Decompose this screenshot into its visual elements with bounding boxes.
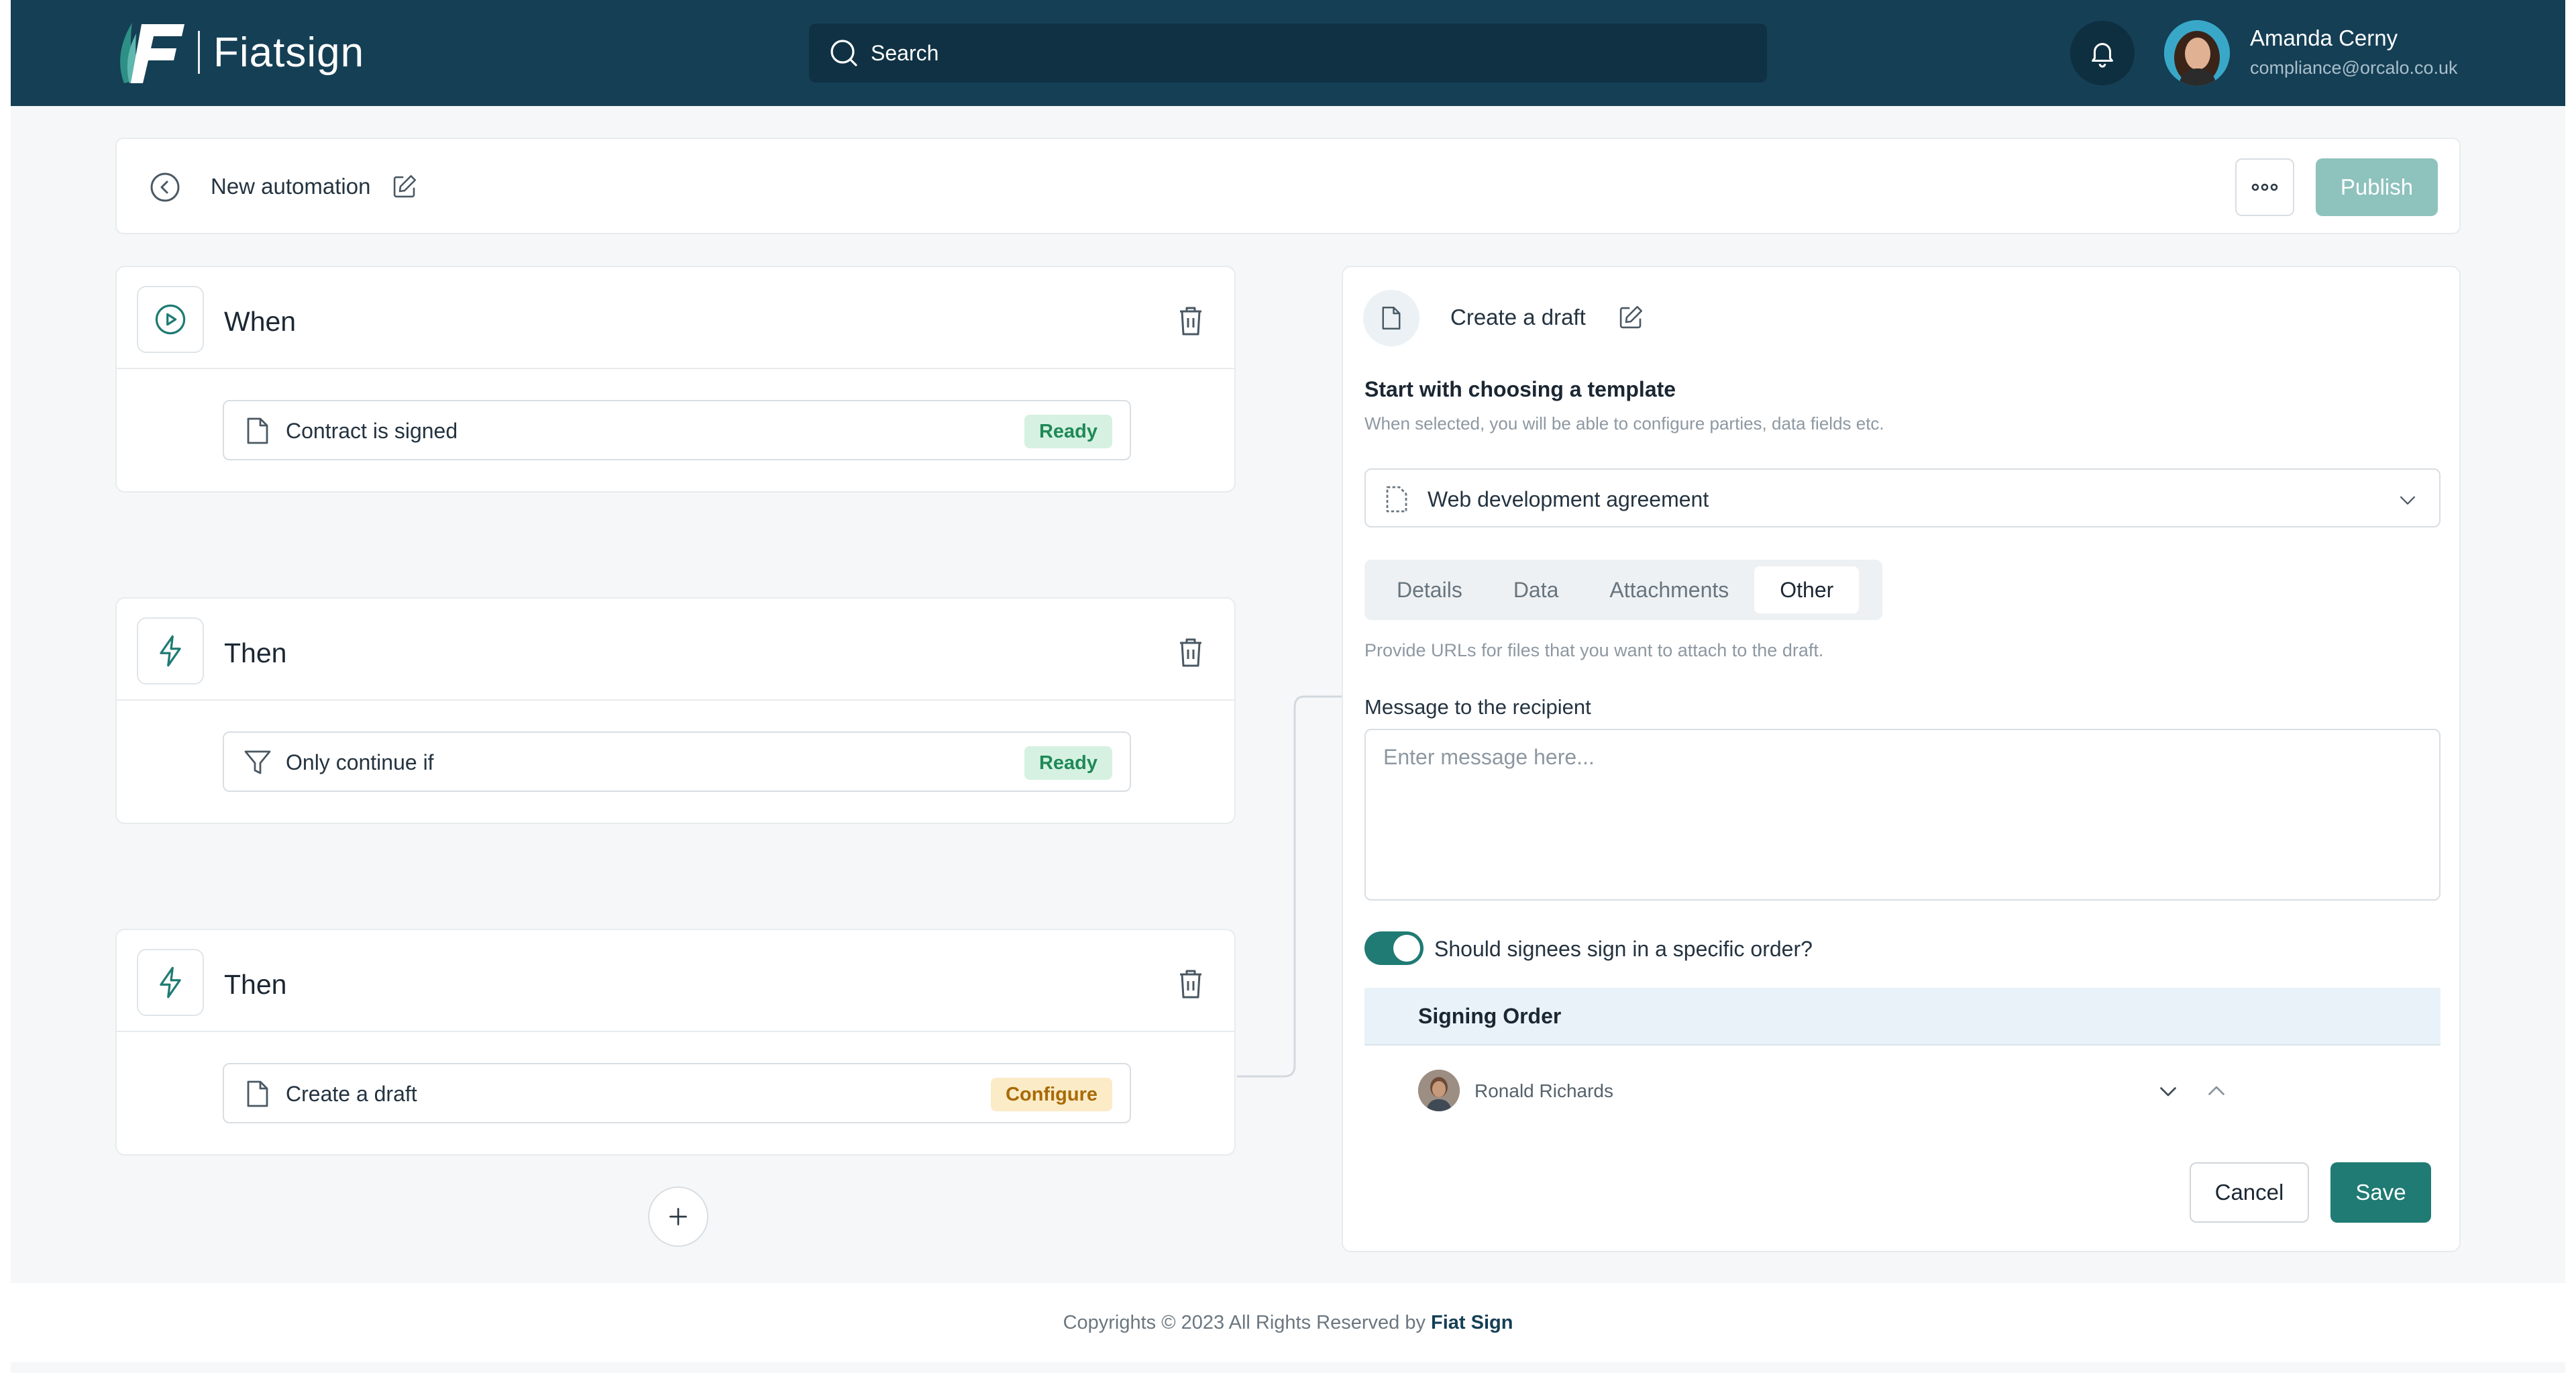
step-label: Only continue if	[286, 750, 434, 774]
signee-avatar	[1418, 1070, 1460, 1111]
filter-icon	[244, 750, 271, 774]
card-title: Then	[224, 969, 287, 1000]
signing-order-toggle[interactable]	[1364, 931, 1424, 965]
search-bar[interactable]: Search	[809, 23, 1767, 83]
action-card: Then Create a draft Configure	[115, 929, 1236, 1156]
brand-divider	[198, 31, 200, 74]
logo-mark-icon	[120, 23, 184, 83]
attachments-hint: Provide URLs for files that you want to …	[1364, 640, 1824, 660]
card-icon-box	[137, 286, 204, 353]
signing-order-toggle-label: Should signees sign in a specific order?	[1434, 937, 1813, 961]
brand-logo[interactable]: Fiatsign	[115, 19, 364, 86]
flow-connector	[1237, 695, 1342, 1078]
tab-attachments[interactable]: Attachments	[1584, 566, 1754, 613]
step-label: Create a draft	[286, 1082, 417, 1106]
chevron-down-icon[interactable]	[2156, 1079, 2180, 1103]
more-options-button[interactable]	[2235, 158, 2294, 216]
user-email: compliance@orcalo.co.uk	[2250, 58, 2458, 78]
footer: Copyrights © 2023 All Rights Reserved by…	[11, 1283, 2565, 1362]
footer-copyright: Copyrights © 2023 All Rights Reserved by	[1063, 1311, 1426, 1333]
template-section-subtitle: When selected, you will be able to confi…	[1364, 413, 1884, 434]
tab-details[interactable]: Details	[1371, 566, 1488, 613]
add-step-button[interactable]	[648, 1186, 708, 1247]
search-placeholder: Search	[871, 40, 939, 65]
cancel-button[interactable]: Cancel	[2190, 1162, 2309, 1223]
lightning-icon	[160, 635, 181, 667]
bell-icon	[2092, 43, 2113, 68]
back-arrow-icon[interactable]	[149, 171, 181, 203]
card-icon-box	[137, 949, 204, 1016]
notifications-button[interactable]	[2070, 21, 2135, 85]
document-icon	[1382, 307, 1401, 329]
template-select[interactable]: Web development agreement	[1364, 468, 2440, 527]
card-icon-box	[137, 617, 204, 684]
brand-name: Fiatsign	[213, 29, 365, 76]
top-bar: Fiatsign Search Amanda Cerny compliance@…	[11, 0, 2565, 106]
message-textarea[interactable]	[1364, 729, 2440, 901]
step-only-continue-if[interactable]: Only continue if Ready	[223, 731, 1131, 792]
trash-icon[interactable]	[1177, 968, 1205, 1000]
edit-icon[interactable]	[1617, 303, 1645, 332]
template-select-value: Web development agreement	[1428, 487, 1709, 511]
step-contract-signed[interactable]: Contract is signed Ready	[223, 400, 1131, 460]
tab-other[interactable]: Other	[1754, 566, 1860, 613]
status-badge: Ready	[1024, 415, 1112, 448]
automation-title: New automation	[211, 174, 371, 199]
search-icon	[830, 40, 857, 66]
status-badge: Configure	[991, 1078, 1112, 1111]
chevron-down-icon	[2400, 496, 2416, 505]
condition-card: Then Only continue if Ready	[115, 597, 1236, 824]
lightning-icon	[160, 966, 181, 999]
signee-avatar-image	[1418, 1070, 1460, 1111]
panel-tabs: Details Data Attachments Other	[1364, 560, 1882, 620]
trigger-card: When Contract is signed Ready	[115, 266, 1236, 493]
card-header: Then	[117, 599, 1234, 701]
signing-order-header: Signing Order	[1364, 988, 2440, 1046]
footer-brand-link[interactable]: Fiat Sign	[1431, 1312, 1513, 1334]
signee-name: Ronald Richards	[1474, 1080, 1613, 1101]
signing-order-title: Signing Order	[1418, 1004, 1562, 1028]
edit-title-icon[interactable]	[390, 172, 419, 201]
document-icon	[247, 417, 268, 444]
card-header: Then	[117, 930, 1234, 1032]
step-create-draft[interactable]: Create a draft Configure	[223, 1063, 1131, 1123]
user-name: Amanda Cerny	[2250, 26, 2398, 50]
status-badge: Ready	[1024, 746, 1112, 780]
chevron-up-icon[interactable]	[2204, 1079, 2229, 1103]
tab-data[interactable]: Data	[1488, 566, 1585, 613]
user-avatar[interactable]	[2164, 20, 2230, 86]
panel-icon-badge	[1363, 290, 1419, 346]
user-avatar-image	[2164, 20, 2230, 86]
save-button[interactable]: Save	[2330, 1162, 2431, 1223]
toggle-knob	[1393, 935, 1420, 962]
template-section-title: Start with choosing a template	[1364, 377, 1676, 401]
more-dots-icon	[2251, 183, 2278, 191]
panel-title: Create a draft	[1450, 305, 1586, 329]
message-label: Message to the recipient	[1364, 695, 1591, 719]
plus-icon	[669, 1208, 687, 1225]
card-title: Then	[224, 638, 287, 668]
document-icon	[247, 1080, 268, 1107]
automation-toolbar: New automation Publish	[115, 138, 2461, 234]
play-circle-icon	[155, 304, 186, 335]
dashed-document-icon	[1386, 486, 1407, 513]
trash-icon[interactable]	[1177, 636, 1205, 668]
trash-icon[interactable]	[1177, 305, 1205, 337]
draft-config-panel: Create a draft Start with choosing a tem…	[1342, 266, 2461, 1252]
card-title: When	[224, 306, 297, 337]
step-label: Contract is signed	[286, 419, 458, 443]
publish-button[interactable]: Publish	[2316, 158, 2438, 216]
card-header: When	[117, 267, 1234, 369]
app-root: Fiatsign Search Amanda Cerny compliance@…	[11, 0, 2565, 1373]
